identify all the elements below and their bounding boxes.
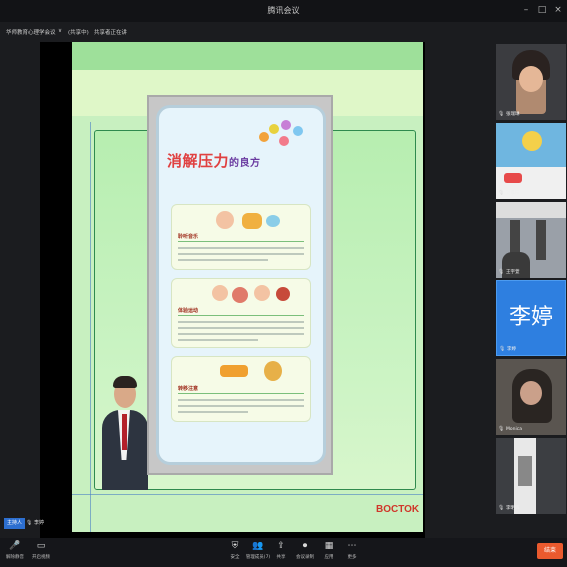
participant-tile[interactable]: 🎙 Monica	[496, 359, 566, 435]
participant-name: 刘晨阳	[506, 191, 520, 196]
guide-line-vertical	[90, 122, 91, 532]
participant-tile-active[interactable]: 李婷 🎙 李婷	[496, 280, 566, 356]
more-icon: ⋯	[347, 541, 357, 551]
meeting-toolbar: 🎤 解除静音 ▭ 开启视频 ⛨ 安全 👥 管理成员(7) ⇪ 共享 ⏺ 会议录制…	[0, 538, 567, 567]
share-icon: ⇪	[277, 541, 285, 551]
unmute-button[interactable]: 🎤 解除静音	[2, 541, 28, 565]
guide-line-horizontal	[72, 494, 423, 495]
title-bar: 腾讯会议 – □ ×	[0, 0, 567, 22]
meeting-info-bar: 华师教育心理学会议 ∨ (共享中) 共享者正在讲	[0, 22, 567, 42]
meeting-name[interactable]: 华师教育心理学会议	[6, 28, 56, 36]
mic-icon: 🎙	[498, 269, 505, 275]
poster-title-main: 消解压力	[167, 152, 230, 170]
participant-sidebar[interactable]: 🎙 张瑞琳 🎙 刘晨阳 🎙 王宇萱 李婷 🎙 李婷 🎙 Monica 🎙 李明辉	[494, 42, 567, 538]
share-status: (共享中)	[68, 30, 89, 36]
end-meeting-button[interactable]: 结束	[537, 543, 563, 559]
participant-avatar-name: 李婷	[508, 305, 553, 330]
record-icon: ⏺	[302, 541, 308, 551]
host-badge: 主持人	[4, 518, 26, 529]
slide-brand-logo: BOCTOK	[376, 504, 420, 515]
presenter-image	[100, 362, 148, 492]
poster-title: 消解压力的良方	[167, 150, 261, 171]
section-label: 体验运动	[178, 308, 199, 314]
participant-tile[interactable]: 🎙 刘晨阳	[496, 123, 566, 199]
shared-slide: 消解压力的良方 聆听音乐 体验运动 转移注意 BOCTOK	[72, 42, 423, 532]
poster-section: 体验运动	[171, 278, 311, 348]
mic-icon: 🎙	[499, 346, 506, 352]
window-title: 腾讯会议	[267, 6, 300, 15]
mic-icon: 🎤	[9, 541, 21, 551]
record-button[interactable]: ⏺ 会议录制	[292, 541, 318, 565]
video-button[interactable]: ▭ 开启视频	[28, 541, 54, 565]
maximize-icon[interactable]: □	[537, 4, 547, 16]
slide-top-band	[72, 42, 423, 70]
mic-icon: 🎙	[498, 111, 505, 117]
mic-icon: 🎙	[498, 190, 505, 196]
camera-icon: ▭	[36, 541, 46, 551]
participant-tile[interactable]: 🎙 李明辉	[496, 438, 566, 514]
section-label: 转移注意	[178, 386, 199, 392]
participant-tile[interactable]: 🎙 王宇萱	[496, 202, 566, 278]
participant-name: 李婷	[507, 347, 516, 352]
mic-icon: 🎙	[498, 505, 505, 511]
viewing-label: 共享者正在讲	[94, 30, 128, 36]
participant-name: Monica	[506, 427, 522, 432]
close-icon[interactable]: ×	[553, 4, 563, 16]
more-button[interactable]: ⋯ 更多	[339, 541, 365, 565]
section-label: 聆听音乐	[178, 234, 199, 240]
self-mic-label: 🎙 李婷	[26, 520, 44, 526]
participant-name: 王宇萱	[506, 270, 520, 275]
balloons-icon	[259, 120, 313, 150]
share-button[interactable]: ⇪ 共享	[268, 541, 294, 565]
poster-image: 消解压力的良方 聆听音乐 体验运动 转移注意	[147, 95, 333, 475]
chevron-down-icon[interactable]: ∨	[58, 28, 62, 34]
participant-name: 李明辉	[506, 506, 520, 511]
mic-icon: 🎙	[498, 426, 505, 432]
participant-tile[interactable]: 🎙 张瑞琳	[496, 44, 566, 120]
minimize-icon[interactable]: –	[521, 4, 531, 16]
poster-title-sub: 的良方	[229, 158, 261, 169]
poster-section: 转移注意	[171, 356, 311, 422]
meeting-window: 腾讯会议 – □ × 华师教育心理学会议 ∨ (共享中) 共享者正在讲 消解压力…	[0, 0, 567, 567]
participant-name: 张瑞琳	[506, 112, 520, 117]
poster-section: 聆听音乐	[171, 204, 311, 270]
